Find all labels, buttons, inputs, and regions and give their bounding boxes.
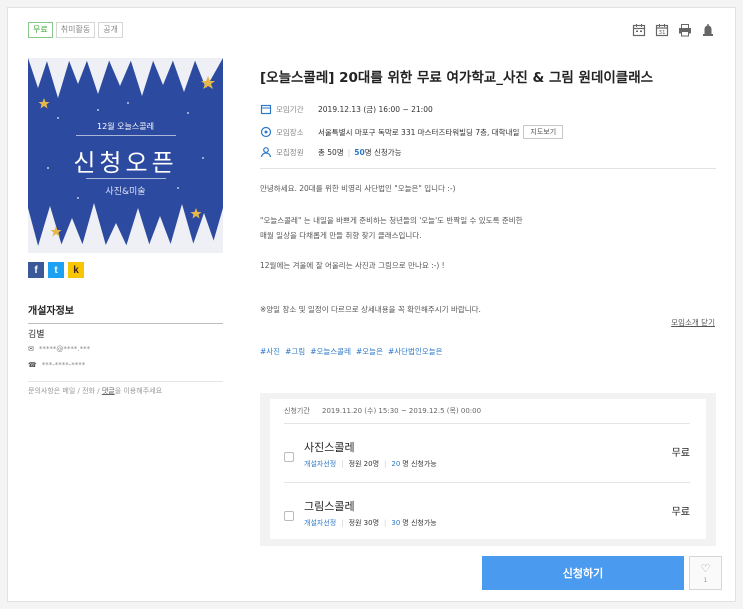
course-checkbox[interactable] [284,452,294,462]
poster-divider [76,135,176,136]
poster-category: 사진&미술 [105,187,146,197]
event-period-value: 2019.12.13 (금) 16:00 ~ 21:00 [318,104,433,114]
close-description-link[interactable]: 모임소개 닫기 [671,317,715,328]
host-note-suffix: 을 이용해주세요 [114,387,163,395]
course-name: 그림스콜레 [304,500,355,513]
mail-icon: ✉ [28,345,34,353]
course-option-drawing[interactable]: 그림스콜레 개설자선정 | 정원 30명 | 30 명 신청가능 무료 [284,488,690,534]
host-section-title: 개설자정보 [28,302,223,324]
course-name: 사진스콜레 [304,441,355,454]
application-panel: 신청기간 2019.11.20 (수) 15:30 ~ 2019.12.5 (목… [270,399,706,539]
course-quota: 정원 20명 [348,460,380,468]
course-price: 무료 [671,507,690,518]
apply-button[interactable]: 신청하기 [482,556,684,590]
event-poster: 12월 오늘스콜레 신청오픈 사진&미술 [28,58,223,253]
divider [284,482,690,483]
poster-title: 신청오픈 [73,149,178,177]
tag-list: 무료 취미활동 공개 [28,22,123,38]
course-available-num: 30 [391,519,401,527]
event-capacity-available-suffix: 명 신청가능 [364,147,402,157]
event-title: [오늘스콜레] 20대를 위한 무료 여가학교_사진 & 그림 원데이클래스 [260,70,654,86]
hashtag[interactable]: #오늘은 [356,346,383,357]
event-place-label: 모임장소 [276,127,304,137]
twitter-share-icon[interactable]: t [48,262,64,278]
separator: | [341,460,344,468]
poster-subtitle: 12월 오늘스콜레 [97,122,154,131]
host-phone-row: ☎ ***-****-**** [28,361,85,369]
course-info: 개설자선정 | 정원 20명 | 20 명 신청가능 [304,459,437,469]
hashtag[interactable]: #사단법인오늘은 [388,346,443,357]
event-capacity-label: 모집정원 [276,147,304,157]
host-email: *****@****.*** [38,345,91,353]
course-available-num: 20 [391,460,401,468]
application-period-label: 신청기간 [284,407,310,415]
phone-icon: ☎ [28,361,37,369]
print-icon[interactable] [678,22,692,37]
host-name: 김별 [28,330,45,340]
separator: | [384,519,387,527]
divider [28,381,223,382]
toolbar: 31 [632,22,715,37]
hashtag-list: #사진 #그림 #오늘스콜레 #오늘은 #사단법인오늘은 [260,346,443,357]
calendar-icon [260,104,272,115]
hashtag[interactable]: #그림 [285,346,305,357]
map-view-button[interactable]: 지도보기 [523,125,564,139]
course-selection-method: 개설자선정 [304,460,337,468]
kakaostory-share-icon[interactable]: k [68,262,84,278]
application-box: 신청기간 2019.11.20 (수) 15:30 ~ 2019.12.5 (목… [260,393,716,546]
location-pin-icon [260,126,272,138]
event-capacity-total: 총 50명 [318,147,344,157]
course-available-suffix: 명 신청가능 [402,460,437,468]
poster-divider [86,178,166,179]
calendar-31-icon[interactable]: 31 [655,22,669,37]
hashtag[interactable]: #오늘스콜레 [310,346,351,357]
course-selection-method: 개설자선정 [304,519,337,527]
divider [284,423,690,424]
separator: | [341,519,344,527]
host-contact-note: 문의사항은 메일 / 전화 / 댓글을 이용해주세요 [28,386,162,396]
host-note-prefix: 문의사항은 메일 / 전화 / [28,387,100,395]
application-period: 신청기간 2019.11.20 (수) 15:30 ~ 2019.12.5 (목… [284,406,481,416]
event-period-label: 모임기간 [276,104,304,114]
event-place-row: 모임장소 서울특별시 마포구 독막로 331 마스터즈타워빌딩 7층, 대학내일… [260,125,564,139]
svg-text:31: 31 [659,30,666,36]
description-paragraph: "오늘스콜레" 는 내일을 바쁘게 준비하는 청년들의 '오늘'도 반짝일 수 … [260,216,523,225]
alarm-icon[interactable] [701,22,715,36]
heart-icon: ♡ [700,561,711,575]
separator: | [384,460,387,468]
course-checkbox[interactable] [284,511,294,521]
divider [260,168,716,169]
course-quota: 정원 30명 [348,519,380,527]
event-period-row: 모임기간 2019.12.13 (금) 16:00 ~ 21:00 [260,103,433,115]
separator: | [347,147,351,157]
page-container: 무료 취미활동 공개 31 12월 오늘스콜레 신청오픈 사진&미술 f t k… [7,7,736,602]
course-available-suffix: 명 신청가능 [402,519,437,527]
course-info: 개설자선정 | 정원 30명 | 30 명 신청가능 [304,518,437,528]
host-phone: ***-****-**** [41,361,86,369]
tag-free[interactable]: 무료 [28,22,53,38]
event-capacity-row: 모집정원 총 50명 | 50 명 신청가능 [260,146,402,158]
description-paragraph: 12월에는 겨울에 잘 어울리는 사진과 그림으로 만나요 :-) ! [260,261,445,270]
comment-link[interactable]: 댓글 [102,387,115,395]
hashtag[interactable]: #사진 [260,346,280,357]
like-count: 1 [703,576,708,584]
host-email-row: ✉ *****@****.*** [28,345,90,353]
share-buttons: f t k [28,262,84,278]
event-capacity-available-num: 50 [354,147,365,157]
course-price: 무료 [671,448,690,459]
facebook-share-icon[interactable]: f [28,262,44,278]
calendar-icon[interactable] [632,22,646,37]
like-button[interactable]: ♡ 1 [689,556,722,590]
application-period-value: 2019.11.20 (수) 15:30 ~ 2019.12.5 (목) 00:… [322,407,482,415]
tag-public[interactable]: 공개 [98,22,123,38]
event-place-value: 서울특별시 마포구 독막로 331 마스터즈타워빌딩 7층, 대학내일 [318,127,520,137]
course-option-photo[interactable]: 사진스콜레 개설자선정 | 정원 20명 | 20 명 신청가능 무료 [284,429,690,475]
tag-hobby[interactable]: 취미활동 [55,22,96,38]
description-paragraph: 매월 일상을 다채롭게 만들 취향 찾기 클래스입니다. [260,231,422,240]
description-notice: ※양일 장소 및 일정이 다르므로 상세내용을 꼭 확인해주시기 바랍니다. [260,305,481,314]
description-paragraph: 안녕하세요. 20대를 위한 비영리 사단법인 "오늘은" 입니다 :-) [260,184,456,193]
person-icon [260,147,272,158]
